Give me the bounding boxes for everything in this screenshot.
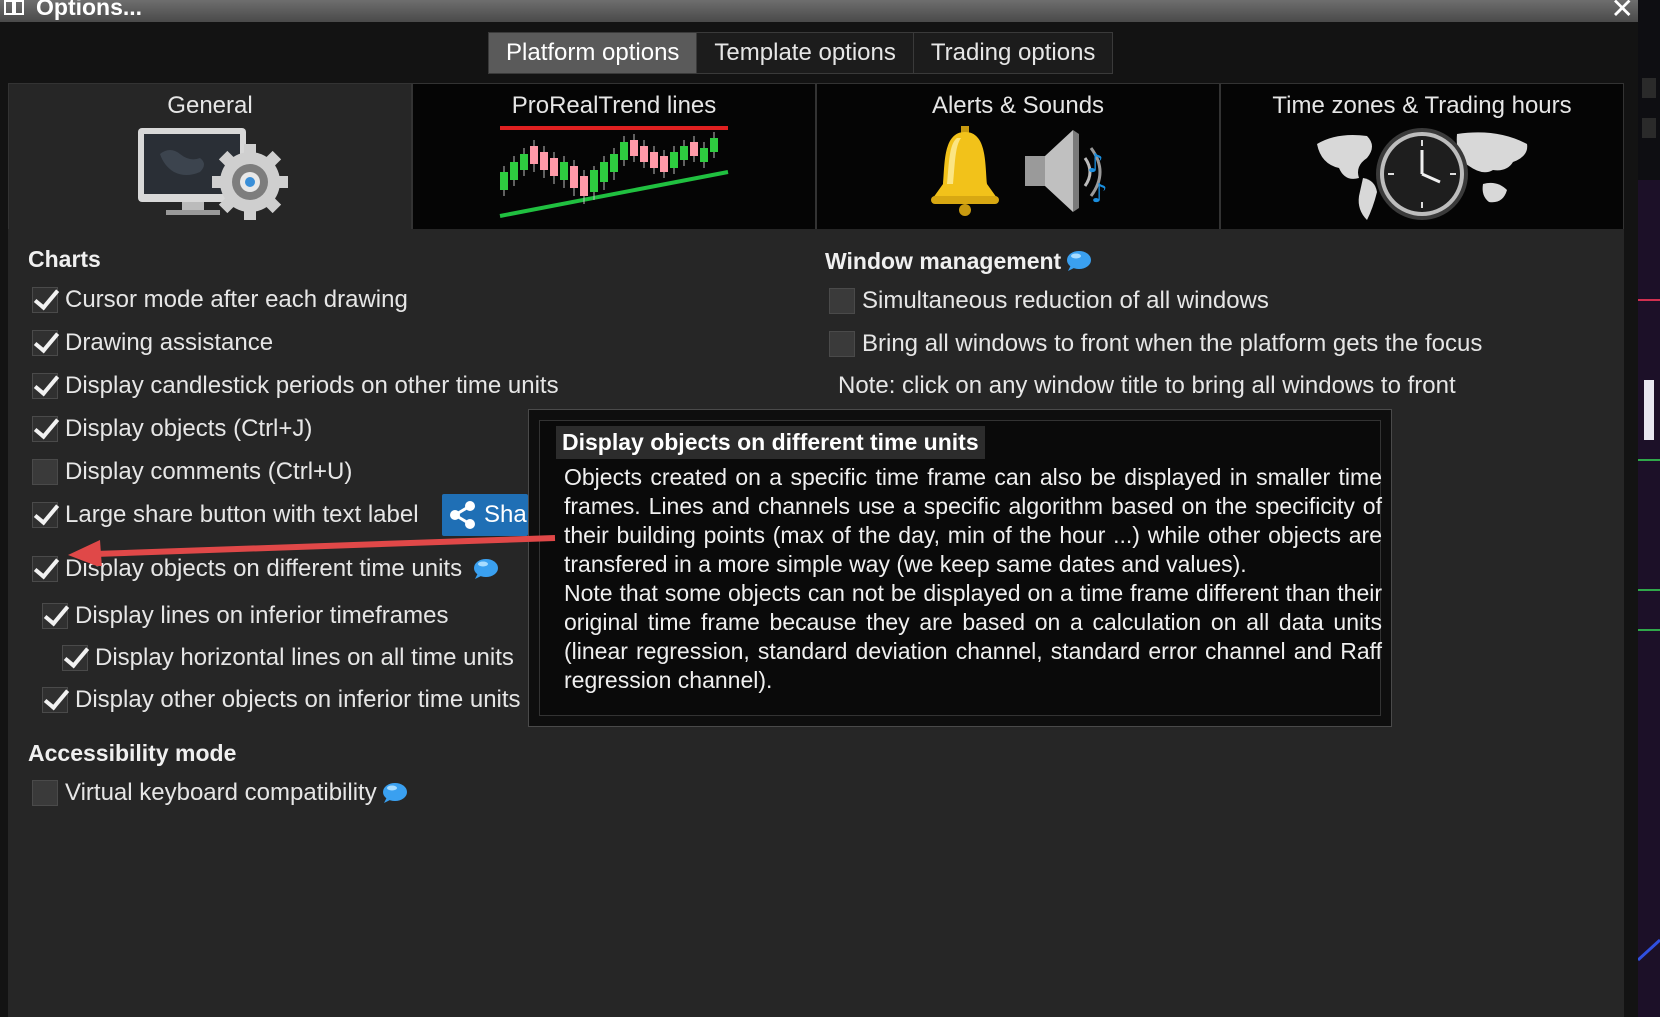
title-bar: Options... ✕ — [0, 0, 1638, 24]
checkbox[interactable] — [32, 287, 58, 313]
tooltip-paragraph: Note that some objects can not be displa… — [564, 580, 1382, 693]
charts-heading: Charts — [28, 246, 101, 272]
accessibility-heading: Accessibility mode — [28, 740, 237, 766]
option-label: Large share button with text label — [65, 501, 419, 528]
checkbox[interactable] — [62, 645, 88, 671]
checkbox[interactable] — [32, 373, 58, 399]
category-label: Alerts & Sounds — [931, 92, 1105, 119]
tooltip-title: Display objects on different time units — [556, 426, 985, 459]
share-button-label: Share — [484, 501, 528, 528]
window-management-note: Note: click on any window title to bring… — [838, 372, 1456, 399]
checkbox[interactable] — [32, 502, 58, 528]
option-label: Virtual keyboard compatibility — [65, 779, 377, 806]
category-label: ProRealTrend lines — [511, 92, 717, 119]
window-icon — [4, 0, 24, 15]
option-label: Drawing assistance — [65, 329, 274, 356]
option-bring-windows-front[interactable]: Bring all windows to front when the plat… — [829, 326, 1482, 362]
option-label: Simultaneous reduction of all windows — [862, 287, 1269, 314]
option-horizontal-lines[interactable]: Display horizontal lines on all time uni… — [62, 640, 514, 676]
category-label: General — [167, 92, 253, 119]
option-label: Display lines on inferior timeframes — [75, 602, 449, 629]
checkbox[interactable] — [42, 603, 68, 629]
category-alerts-sounds[interactable]: Alerts & Sounds ♪ ♪ — [816, 83, 1220, 230]
option-label: Display candlestick periods on other tim… — [65, 372, 559, 399]
window-title: Options... — [36, 0, 143, 20]
options-tabs: Platform options Template options Tradin… — [488, 32, 1114, 74]
option-display-objects[interactable]: Display objects (Ctrl+J) — [32, 411, 312, 447]
checkbox[interactable] — [32, 780, 58, 806]
info-bubble-icon[interactable] — [381, 782, 407, 804]
option-label: Display objects (Ctrl+J) — [65, 415, 313, 442]
tab-template-options[interactable]: Template options — [697, 33, 914, 73]
bell-speaker-icon: ♪ ♪ — [931, 126, 1108, 216]
tooltip: Display objects on different time units … — [528, 409, 1392, 727]
option-display-comments[interactable]: Display comments (Ctrl+U) — [32, 454, 352, 490]
option-label: Display other objects on inferior time u… — [75, 686, 521, 713]
option-virtual-keyboard[interactable]: Virtual keyboard compatibility — [32, 775, 407, 811]
checkbox[interactable] — [32, 556, 58, 582]
checkbox[interactable] — [32, 416, 58, 442]
tooltip-body: Display objects on different time units … — [539, 420, 1382, 716]
window-management-heading: Window management — [825, 247, 1062, 274]
red-arrow-annotation — [68, 535, 556, 566]
background-chart-strip — [1638, 0, 1660, 1017]
tab-platform-options[interactable]: Platform options — [489, 33, 698, 73]
svg-text:♪: ♪ — [1087, 149, 1104, 179]
category-tabs: General ProRealTrend lines Alerts & Soun… — [8, 83, 1624, 230]
option-label: Bring all windows to front when the plat… — [862, 330, 1483, 357]
option-lines-inferior-timeframes[interactable]: Display lines on inferior timeframes — [42, 598, 448, 634]
tooltip-paragraph: Objects created on a specific time frame… — [564, 464, 1382, 577]
category-label: Time zones & Trading hours — [1272, 92, 1572, 119]
option-other-objects[interactable]: Display other objects on inferior time u… — [42, 682, 521, 718]
category-general[interactable]: General — [8, 83, 412, 230]
window-management-heading-row: Window management — [825, 243, 1092, 279]
checkbox[interactable] — [32, 330, 58, 356]
option-simultaneous-reduction[interactable]: Simultaneous reduction of all windows — [829, 283, 1269, 319]
checkbox[interactable] — [42, 687, 68, 713]
computer-gear-icon — [138, 128, 288, 220]
world-clock-icon — [1317, 128, 1528, 220]
option-label: Cursor mode after each drawing — [65, 286, 408, 313]
checkbox[interactable] — [829, 331, 855, 357]
trend-lines-chart-icon — [499, 126, 729, 218]
category-time-zones[interactable]: Time zones & Trading hours — [1220, 83, 1624, 230]
svg-text:♪: ♪ — [1091, 179, 1108, 209]
option-candlestick-periods[interactable]: Display candlestick periods on other tim… — [32, 368, 559, 404]
option-drawing-assistance[interactable]: Drawing assistance — [32, 325, 273, 361]
tab-trading-options[interactable]: Trading options — [913, 33, 1113, 73]
option-cursor-mode[interactable]: Cursor mode after each drawing — [32, 282, 408, 318]
option-label: Display comments (Ctrl+U) — [65, 458, 353, 485]
category-prorealtrend-lines[interactable]: ProRealTrend lines — [412, 83, 816, 230]
option-label: Display horizontal lines on all time uni… — [95, 644, 514, 671]
info-bubble-icon[interactable] — [1065, 250, 1092, 272]
tooltip-text: Objects created on a specific time frame… — [564, 463, 1382, 695]
checkbox[interactable] — [829, 288, 855, 314]
checkbox[interactable] — [32, 459, 58, 485]
